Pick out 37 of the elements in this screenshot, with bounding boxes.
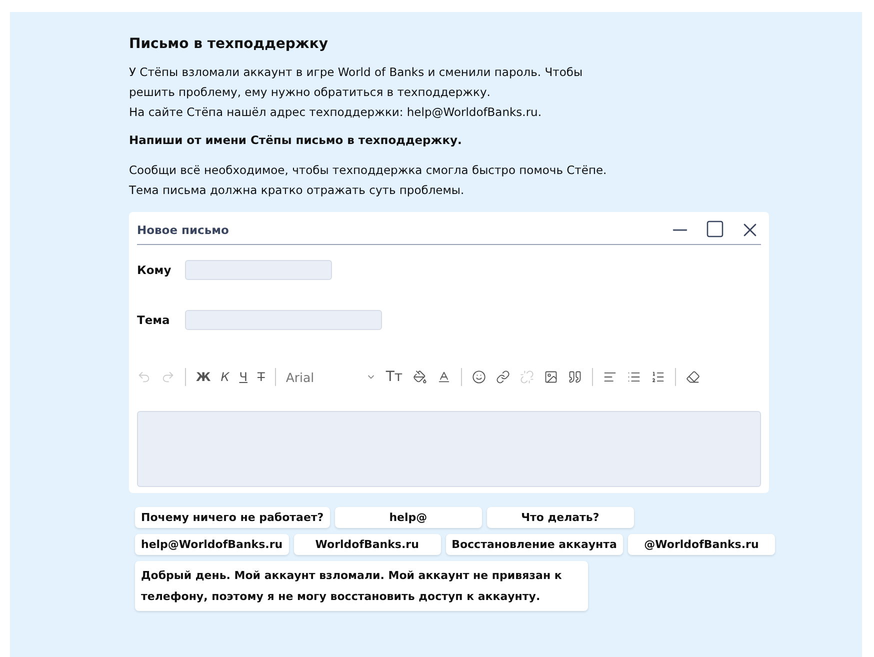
hint-text: Тема письма должна кратко отражать суть проблемы. — [129, 182, 466, 199]
answer-chip[interactable]: Добрый день. Мой аккаунт взломали. Мой аккаунт не привязан к телефону, поэтому я не могу восстановить доступ к аккаунту. — [135, 561, 588, 611]
task-text: Напиши от имени Стёпы письмо в техподдержку. — [129, 132, 463, 149]
numbered-list-icon[interactable] — [650, 370, 665, 384]
field-label: Тема — [137, 313, 171, 327]
maximize-icon[interactable] — [705, 219, 725, 239]
image-icon[interactable] — [544, 370, 558, 384]
hint-text: Сообщи всё необходимое, чтобы техподдержка смогла быстро помочь Стёпе. — [129, 162, 608, 179]
format-button[interactable]: Ч — [239, 370, 248, 384]
answer-chip[interactable]: WorldofBanks.ru — [294, 534, 441, 555]
quote-icon[interactable] — [568, 370, 582, 384]
answer-chip[interactable]: Что делать? — [486, 507, 634, 528]
answer-chip[interactable]: @WorldofBanks.ru — [628, 534, 775, 555]
message-field[interactable] — [137, 411, 761, 487]
smile-icon[interactable] — [472, 370, 486, 384]
intro-text: решить проблему, ему нужно обратиться в техподдержку. — [129, 84, 492, 101]
answer-chip[interactable]: help@WorldofBanks.ru — [135, 534, 289, 555]
link-icon[interactable] — [496, 370, 510, 384]
task-title: Письмо в техподдержку — [129, 36, 329, 52]
paint-bucket-icon[interactable] — [412, 370, 427, 384]
intro-text: У Стёпы взломали аккаунт в игре World of Banks и сменили пароль. Чтобы — [129, 64, 584, 81]
font-size-button[interactable]: Тт — [386, 369, 403, 385]
format-button[interactable]: Т — [257, 370, 265, 384]
answer-chip[interactable]: Восстановление аккаунта — [446, 534, 623, 555]
align-icon[interactable] — [602, 370, 617, 384]
field-label: Кому — [137, 263, 172, 277]
text-color-icon[interactable] — [436, 370, 451, 384]
answer-chip[interactable]: Почему ничего не работает? — [135, 507, 330, 528]
format-button[interactable]: К — [220, 370, 230, 384]
input-field[interactable] — [185, 310, 382, 330]
window-title: Новое письмо — [137, 223, 230, 237]
eraser-icon[interactable] — [686, 370, 700, 384]
input-field[interactable] — [185, 260, 332, 280]
format-button[interactable]: Ж — [196, 370, 211, 384]
intro-text: На сайте Стёпа нашёл адрес техподдержки: help@WorldofBanks.ru. — [129, 104, 542, 121]
answer-chip[interactable]: help@ — [334, 507, 482, 528]
font-select[interactable]: Arial — [286, 370, 376, 384]
